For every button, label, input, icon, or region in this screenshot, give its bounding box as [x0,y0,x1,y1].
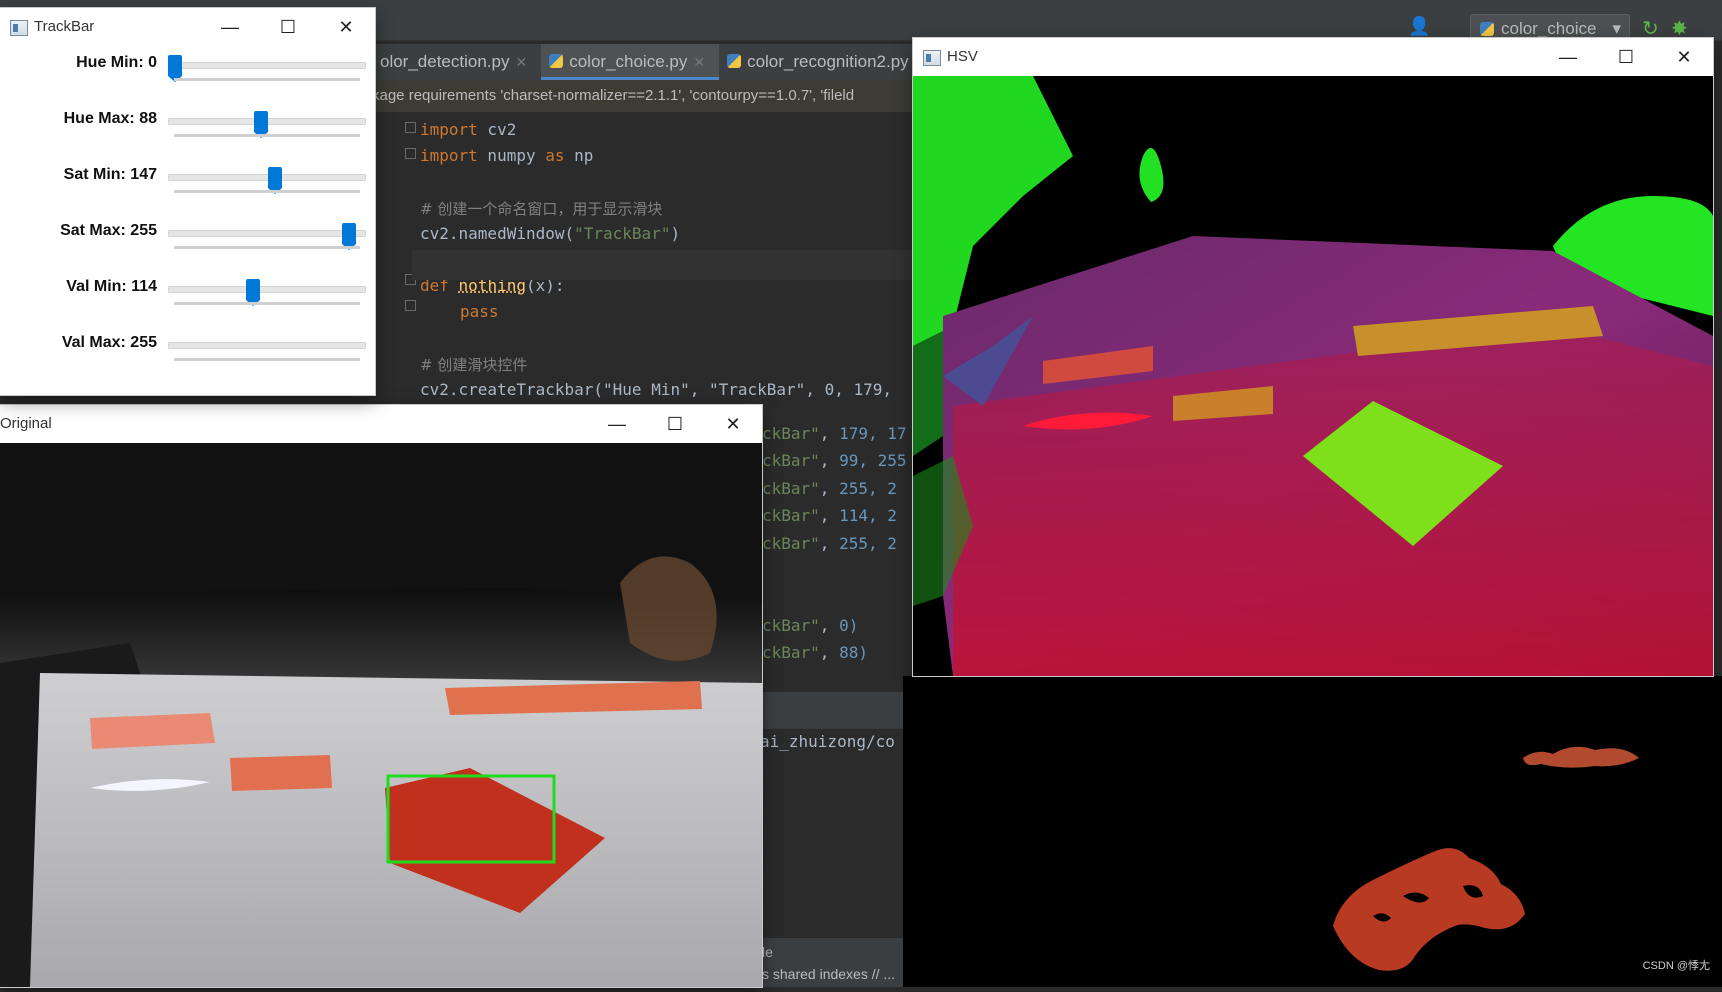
slider-ticks [174,78,360,81]
close-icon[interactable]: ✕ [515,54,527,70]
user-icon[interactable]: 👤▾ [1408,16,1432,57]
trackbar-hue-min: Hue Min: 0 [0,48,375,104]
minimize-button[interactable]: — [201,8,259,46]
slider-thumb[interactable] [268,167,283,194]
status-text: s shared indexes // ... [762,966,896,982]
ide-status-bar: le s shared indexes // ... [760,938,912,987]
code-line: ckBar", 114, 2 [762,506,897,525]
window-app-icon [923,50,941,66]
slider-label: Hue Max: 88 [63,110,157,127]
slider-label: Sat Min: 147 [63,166,157,183]
original-window[interactable]: Original — ☐ ✕ [0,405,762,987]
python-file-icon [549,54,564,68]
fold-icon[interactable] [405,300,416,311]
hsv-image [913,76,1713,676]
maximize-button[interactable]: ☐ [259,8,317,46]
trackbar-window[interactable]: TrackBar — ☐ ✕ Hue Min: 0 Hue Max: 88 Sa… [0,8,375,395]
code-line: pass [460,302,499,321]
run-panel-header [760,692,912,728]
close-button[interactable]: ✕ [704,405,762,443]
maximize-button[interactable]: ☐ [1597,38,1655,76]
code-line: cv2.namedWindow("TrackBar") [420,224,681,243]
slider-track[interactable] [168,167,366,194]
fold-icon[interactable] [405,122,416,133]
slider-ticks [174,190,360,193]
code-line: ckBar", 255, 2 [762,534,897,553]
slider-ticks [174,134,360,137]
run-console[interactable] [760,728,912,939]
mask-blobs [1333,746,1639,971]
watermark: CSDN @悸尢 [1642,960,1710,972]
camera-frame [0,443,762,987]
tab-label: color_choice.py [569,52,688,71]
editor-tab-bar: olor_detection.py ✕ color_choice.py ✕ colo… [372,44,912,80]
window-title: Original [0,415,52,432]
hsv-frame [913,76,1713,676]
slider-track[interactable] [168,342,366,349]
code-line: ckBar", 88) [762,643,868,662]
minimize-button[interactable]: — [1539,38,1597,76]
code-line: ckBar", 255, 2 [762,479,897,498]
slider-ticks [174,358,360,361]
slider-label: Sat Max: 255 [60,222,157,239]
tab-label: olor_detection.py [380,52,510,71]
requirements-banner: kage requirements 'charset-normalizer==2… [372,80,912,112]
slider-thumb[interactable] [342,223,356,250]
run-path-text: ai_zhuizong/co [760,732,895,751]
python-file-icon [727,54,742,68]
slider-thumb[interactable] [253,111,268,138]
slider-track[interactable] [168,111,366,138]
tab-color-choice[interactable]: color_choice.py ✕ [541,44,720,80]
fold-icon[interactable] [405,148,416,159]
python-icon [1480,22,1494,36]
window-title: HSV [947,48,978,65]
close-button[interactable]: ✕ [317,8,375,46]
window-title: TrackBar [34,18,95,35]
code-line: import cv2 [420,120,517,139]
banner-text: kage requirements 'charset-normalizer==2… [372,87,855,104]
current-line-highlight [412,250,912,280]
slider-label: Val Max: 255 [61,334,157,351]
slider-ticks [174,302,360,305]
hsv-window[interactable]: HSV — ☐ ✕ [913,38,1713,676]
code-line: import numpy as np [420,146,594,165]
hsv-titlebar[interactable]: HSV — ☐ ✕ [913,38,1713,76]
original-titlebar[interactable]: Original — ☐ ✕ [0,405,762,443]
trackbar-hue-max: Hue Max: 88 [0,104,375,160]
slider-thumb[interactable] [245,279,260,306]
slider-track[interactable] [168,55,366,82]
trackbar-val-max: Val Max: 255 [0,328,375,384]
slider-label: Hue Min: 0 [76,54,157,71]
tab-color-detection[interactable]: olor_detection.py ✕ [372,44,541,80]
slider-label: Val Min: 114 [66,278,157,295]
close-icon[interactable]: ✕ [693,54,705,70]
code-line: ckBar", 179, 17 [762,424,907,443]
code-line: cv2.createTrackbar("Hue Min", "TrackBar"… [420,380,893,399]
camera-image [0,443,762,987]
slider-track[interactable] [168,279,366,306]
status-text: le [762,944,773,960]
code-comment: # 创建一个命名窗口，用于显示滑块 [420,200,663,218]
close-button[interactable]: ✕ [1655,38,1713,76]
tab-color-recognition2[interactable]: color_recognition2.py [719,44,923,80]
code-line: ckBar", 0) [762,616,859,635]
code-line: ckBar", 99, 255 [762,451,907,470]
slider-ticks [174,246,360,249]
slider-thumb[interactable] [168,55,182,82]
slider-track[interactable] [168,223,366,250]
tab-label: color_recognition2.py [747,52,909,71]
trackbar-val-min: Val Min: 114 [0,272,375,328]
minimize-button[interactable]: — [588,405,646,443]
run-config-label: color_choice [1501,19,1597,38]
trackbar-titlebar[interactable]: TrackBar — ☐ ✕ [0,8,375,46]
maximize-button[interactable]: ☐ [646,405,704,443]
trackbar-sat-min: Sat Min: 147 [0,160,375,216]
code-comment: # 创建滑块控件 [420,356,528,374]
mask-view: CSDN @悸尢 [903,676,1722,987]
window-app-icon [10,20,28,36]
trackbar-sat-max: Sat Max: 255 [0,216,375,272]
